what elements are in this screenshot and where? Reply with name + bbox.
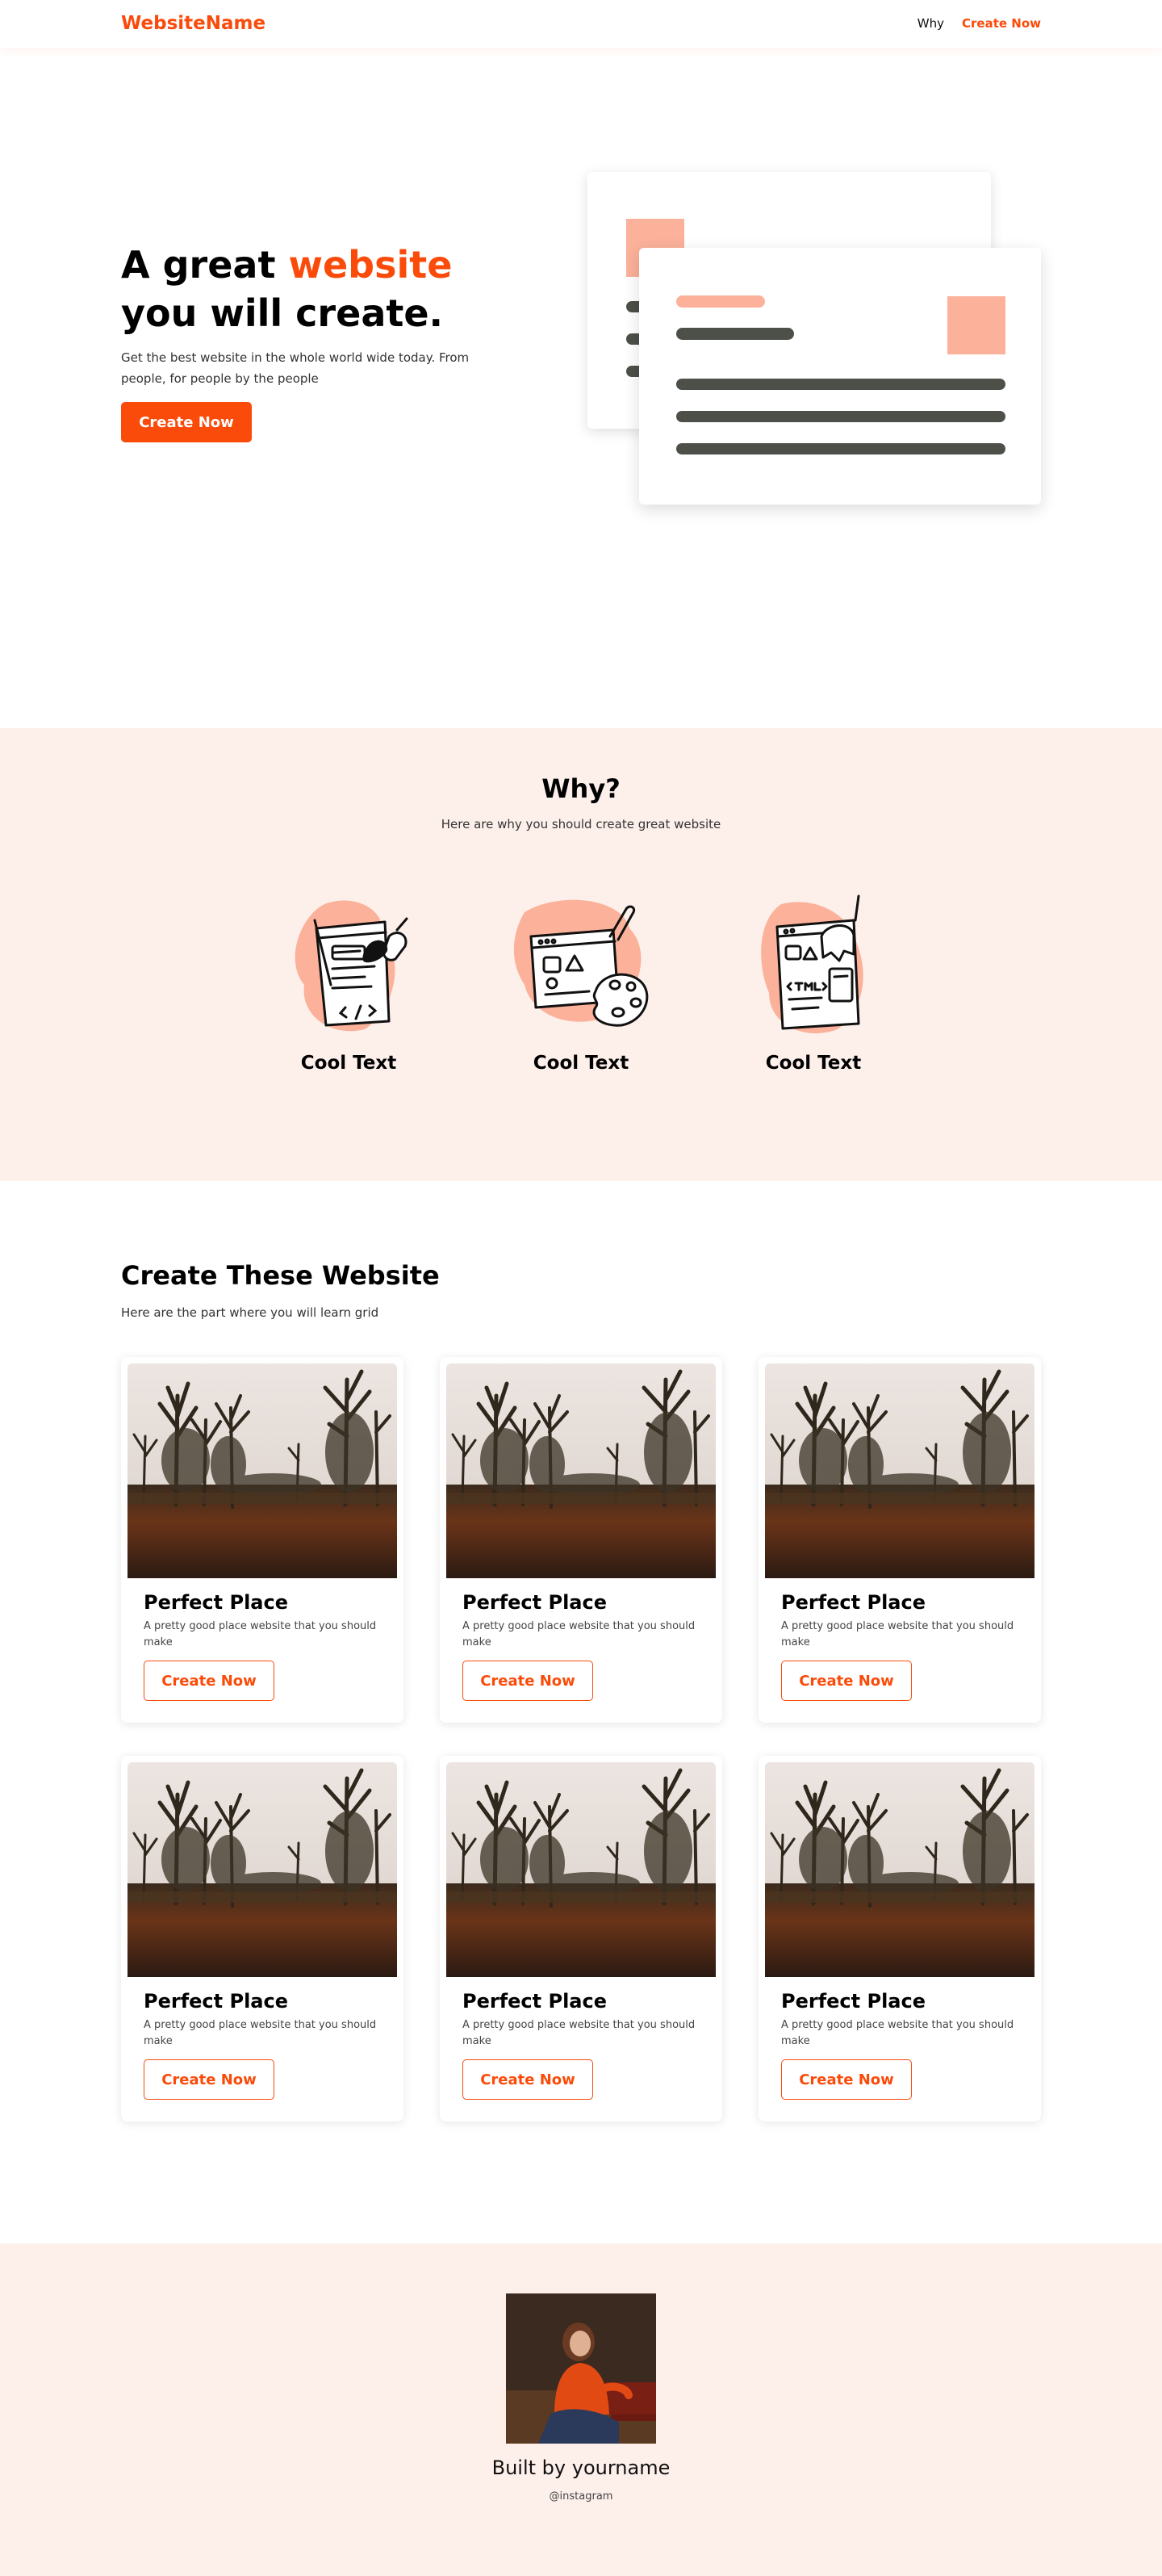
- feature-item: Cool Text: [252, 888, 445, 1074]
- projects-subtitle: Here are the part where you will learn g…: [121, 1305, 379, 1320]
- front-card-line: [676, 379, 1005, 390]
- projects-grid: Perfect Place A pretty good place websit…: [121, 1357, 1041, 2122]
- why-subtitle: Here are why you should create great web…: [441, 817, 721, 831]
- project-card-create-now-button[interactable]: Create Now: [781, 1661, 912, 1701]
- hero-section: A great website you will create. Get the…: [0, 48, 1162, 728]
- html-code-icon: [761, 894, 863, 1033]
- project-card-title: Perfect Place: [144, 1990, 288, 2013]
- front-card-pill: [676, 295, 765, 308]
- project-card-description: A pretty good place website that you sho…: [144, 1620, 377, 1648]
- project-card: Perfect Place A pretty good place websit…: [440, 1357, 722, 1723]
- project-card-description: A pretty good place website that you sho…: [781, 2019, 1014, 2047]
- project-card-body: Perfect Place A pretty good place websit…: [765, 1977, 1035, 2100]
- footer: Built by yourname @instagram: [0, 2243, 1162, 2576]
- hero-title-line2: you will create.: [121, 291, 444, 335]
- feature-label: Cool Text: [765, 1053, 862, 1074]
- project-card: Perfect Place A pretty good place websit…: [121, 1357, 403, 1723]
- nav-link-create-now[interactable]: Create Now: [962, 16, 1041, 31]
- project-card: Perfect Place A pretty good place websit…: [759, 1357, 1041, 1723]
- forest-image: [127, 1363, 397, 1578]
- forest-image: [765, 1363, 1035, 1578]
- feature-label: Cool Text: [300, 1053, 397, 1074]
- top-navbar: WebsiteName Why Create Now: [0, 0, 1162, 48]
- feature-label: Cool Text: [533, 1053, 629, 1074]
- forest-image: [446, 1762, 716, 1977]
- hero-text: A great website you will create. Get the…: [121, 241, 492, 442]
- why-title: Why?: [541, 773, 621, 804]
- project-card-title: Perfect Place: [462, 1990, 607, 2013]
- project-card-description: A pretty good place website that you sho…: [462, 2019, 696, 2047]
- design-tools-icon: [295, 900, 408, 1032]
- projects-title: Create These Website: [121, 1260, 440, 1291]
- front-card-image-block: [947, 296, 1005, 354]
- project-card-description: A pretty good place website that you sho…: [144, 2019, 377, 2047]
- project-card-create-now-button[interactable]: Create Now: [462, 1661, 593, 1701]
- nav-link-why[interactable]: Why: [917, 16, 944, 31]
- hero-create-now-button[interactable]: Create Now: [121, 402, 252, 442]
- project-card-title: Perfect Place: [781, 1591, 926, 1614]
- hero-title-prefix: A great: [121, 243, 289, 287]
- forest-image: [765, 1762, 1035, 1977]
- hero-illustration-front-card: [639, 248, 1041, 505]
- project-card-description: A pretty good place website that you sho…: [781, 1620, 1014, 1648]
- feature-item: Cool Text: [717, 888, 910, 1074]
- project-card: Perfect Place A pretty good place websit…: [121, 1756, 403, 2122]
- front-card-line: [676, 443, 1005, 454]
- hero-title-accent: website: [288, 243, 453, 287]
- project-card-title: Perfect Place: [144, 1591, 288, 1614]
- why-section: Why? Here are why you should create grea…: [0, 728, 1162, 1181]
- project-card: Perfect Place A pretty good place websit…: [440, 1756, 722, 2122]
- features-row: Cool Text Cool Text Cool Text: [0, 888, 1162, 1074]
- forest-image: [446, 1363, 716, 1578]
- project-card-body: Perfect Place A pretty good place websit…: [446, 1578, 716, 1701]
- project-card: Perfect Place A pretty good place websit…: [759, 1756, 1041, 2122]
- footer-instagram-link[interactable]: @instagram: [0, 2490, 1162, 2503]
- hero-title: A great website you will create.: [121, 241, 492, 337]
- project-card-create-now-button[interactable]: Create Now: [144, 2059, 274, 2100]
- project-card-title: Perfect Place: [781, 1990, 926, 2013]
- nav-links: Why Create Now: [917, 16, 1041, 31]
- paint-palette-icon: [513, 899, 649, 1027]
- front-card-short-line: [676, 328, 794, 340]
- brand-logo[interactable]: WebsiteName: [121, 13, 265, 34]
- author-avatar: [506, 2293, 656, 2444]
- projects-section: Create These Website Here are the part w…: [0, 1181, 1162, 2243]
- project-card-create-now-button[interactable]: Create Now: [144, 1661, 274, 1701]
- project-card-body: Perfect Place A pretty good place websit…: [127, 1578, 397, 1701]
- project-card-title: Perfect Place: [462, 1591, 607, 1614]
- project-card-body: Perfect Place A pretty good place websit…: [446, 1977, 716, 2100]
- footer-author-name: Built by yourname: [491, 2457, 671, 2479]
- forest-image: [127, 1762, 397, 1977]
- front-card-line: [676, 411, 1005, 422]
- project-card-body: Perfect Place A pretty good place websit…: [127, 1977, 397, 2100]
- project-card-create-now-button[interactable]: Create Now: [781, 2059, 912, 2100]
- project-card-body: Perfect Place A pretty good place websit…: [765, 1578, 1035, 1701]
- project-card-description: A pretty good place website that you sho…: [462, 1620, 696, 1648]
- hero-description: Get the best website in the whole world …: [121, 350, 470, 386]
- project-card-create-now-button[interactable]: Create Now: [462, 2059, 593, 2100]
- feature-item: Cool Text: [484, 888, 678, 1074]
